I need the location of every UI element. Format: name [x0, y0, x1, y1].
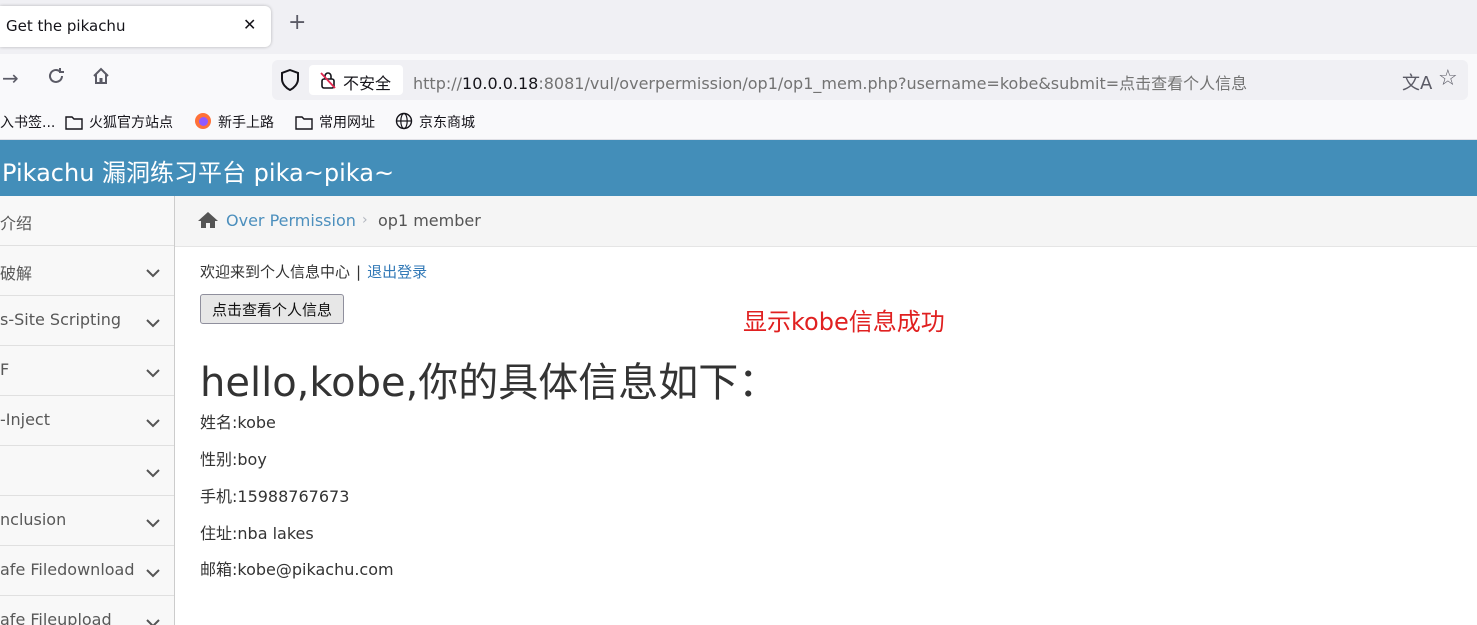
tracking-protection-shield-icon[interactable]: [280, 68, 300, 95]
sidebar-item-sqli[interactable]: -Inject: [0, 396, 174, 446]
sidebar-item-label: s-Site Scripting: [0, 310, 122, 329]
insecure-label: 不安全: [343, 74, 392, 93]
firefox-icon: [194, 112, 212, 134]
sidebar-item-file-inclusion[interactable]: nclusion: [0, 496, 174, 546]
navigation-bar: → 不安全 http://10.0.0.18:8081/vul/overperm…: [0, 54, 1477, 106]
forward-icon[interactable]: →: [2, 66, 19, 90]
profile-address: 住址:nba lakes: [200, 524, 314, 543]
tab-title: Get the pikachu: [6, 17, 126, 35]
view-profile-button[interactable]: 点击查看个人信息: [200, 294, 344, 324]
profile-phone: 手机:15988767673: [200, 487, 350, 506]
url-text[interactable]: http://10.0.0.18:8081/vul/overpermission…: [413, 70, 1247, 94]
welcome-separator: |: [356, 263, 362, 281]
bookmark-label: 京东商城: [419, 115, 475, 131]
bookmark-label: 入书签...: [0, 115, 56, 131]
sidebar-item-unsafe-fileupload[interactable]: afe Fileupload: [0, 596, 174, 625]
sidebar-item-label: 破解: [0, 264, 33, 283]
chevron-down-icon: [146, 513, 160, 532]
profile-email: 邮箱:kobe@pikachu.com: [200, 560, 394, 579]
bookmark-item[interactable]: 火狐官方站点: [65, 112, 173, 134]
bookmark-label: 火狐官方站点: [89, 115, 173, 131]
site-header: Pikachu 漏洞练习平台 pika~pika~: [0, 140, 1477, 196]
chevron-down-icon: [146, 463, 160, 482]
sidebar-item-bruteforce[interactable]: 破解: [0, 246, 174, 296]
breadcrumb-current: op1 member: [378, 211, 481, 230]
bookmark-item[interactable]: 京东商城: [395, 112, 475, 134]
profile-name: 姓名:kobe: [200, 413, 276, 432]
bookmark-star-icon[interactable]: ☆: [1438, 66, 1458, 91]
folder-icon: [295, 114, 313, 134]
insecure-lock-icon: [319, 71, 337, 93]
folder-icon: [65, 114, 83, 134]
home-icon[interactable]: [197, 211, 219, 233]
logout-link[interactable]: 退出登录: [367, 263, 427, 281]
site-security-indicator[interactable]: 不安全: [309, 65, 403, 95]
sidebar-item-csrf[interactable]: F: [0, 346, 174, 396]
sidebar-item-rce[interactable]: [0, 446, 174, 496]
globe-icon: [395, 112, 413, 134]
sidebar-item-label: afe Filedownload: [0, 560, 135, 579]
chevron-down-icon: [146, 363, 160, 382]
sidebar-item-label: 介绍: [0, 214, 33, 233]
breadcrumb: Over Permission › op1 member: [175, 196, 1477, 247]
home-icon[interactable]: [91, 66, 111, 91]
breadcrumb-link-over-permission[interactable]: Over Permission: [226, 211, 356, 230]
translate-icon[interactable]: 文A: [1402, 69, 1432, 95]
sidebar-item-unsafe-filedownload[interactable]: afe Filedownload: [0, 546, 174, 596]
profile-heading: hello,kobe,你的具体信息如下：: [200, 360, 779, 406]
chevron-down-icon: [146, 413, 160, 432]
browser-tab[interactable]: Get the pikachu ✕: [0, 6, 271, 47]
sidebar-item-intro[interactable]: 介绍: [0, 196, 174, 246]
reload-icon[interactable]: [46, 66, 66, 91]
site-brand[interactable]: Pikachu 漏洞练习平台 pika~pika~: [2, 153, 394, 188]
welcome-text: 欢迎来到个人信息中心: [200, 263, 351, 281]
breadcrumb-separator-icon: ›: [362, 212, 368, 228]
url-host: 10.0.0.18: [462, 74, 539, 93]
chevron-down-icon: [146, 313, 160, 332]
chevron-down-icon: [146, 263, 160, 282]
browser-tab-strip: Get the pikachu ✕ +: [0, 0, 1477, 54]
chevron-down-icon: [146, 613, 160, 625]
new-tab-icon[interactable]: +: [288, 12, 306, 34]
bookmark-item[interactable]: 常用网址: [295, 112, 375, 134]
sidebar-item-label: -Inject: [0, 410, 50, 429]
sidebar-menu: 介绍 破解 s-Site Scripting F -Inject nclusio…: [0, 196, 175, 625]
bookmark-label: 新手上路: [218, 115, 274, 131]
sidebar-item-xss[interactable]: s-Site Scripting: [0, 296, 174, 346]
sidebar-item-label: F: [0, 360, 10, 379]
welcome-line: 欢迎来到个人信息中心 | 退出登录: [200, 261, 427, 282]
bookmark-item[interactable]: 入书签...: [0, 112, 55, 132]
bookmarks-toolbar: 入书签... 火狐官方站点 新手上路 常用网址 京东商城: [0, 106, 1477, 140]
url-prefix: http://: [413, 74, 463, 93]
tab-close-icon[interactable]: ✕: [243, 15, 256, 34]
profile-gender: 性别:boy: [200, 450, 267, 469]
bookmark-label: 常用网址: [319, 115, 375, 131]
sidebar-item-label: nclusion: [0, 510, 67, 529]
sidebar-item-label: afe Fileupload: [0, 610, 112, 625]
chevron-down-icon: [146, 563, 160, 582]
main-content: 欢迎来到个人信息中心 | 退出登录 点击查看个人信息 显示kobe信息成功 hell…: [200, 247, 1460, 625]
success-annotation: 显示kobe信息成功: [743, 308, 945, 336]
address-bar[interactable]: 不安全 http://10.0.0.18:8081/vul/overpermis…: [272, 60, 1468, 100]
bookmark-item[interactable]: 新手上路: [194, 112, 274, 134]
url-path: :8081/vul/overpermission/op1/op1_mem.php…: [538, 74, 1248, 93]
